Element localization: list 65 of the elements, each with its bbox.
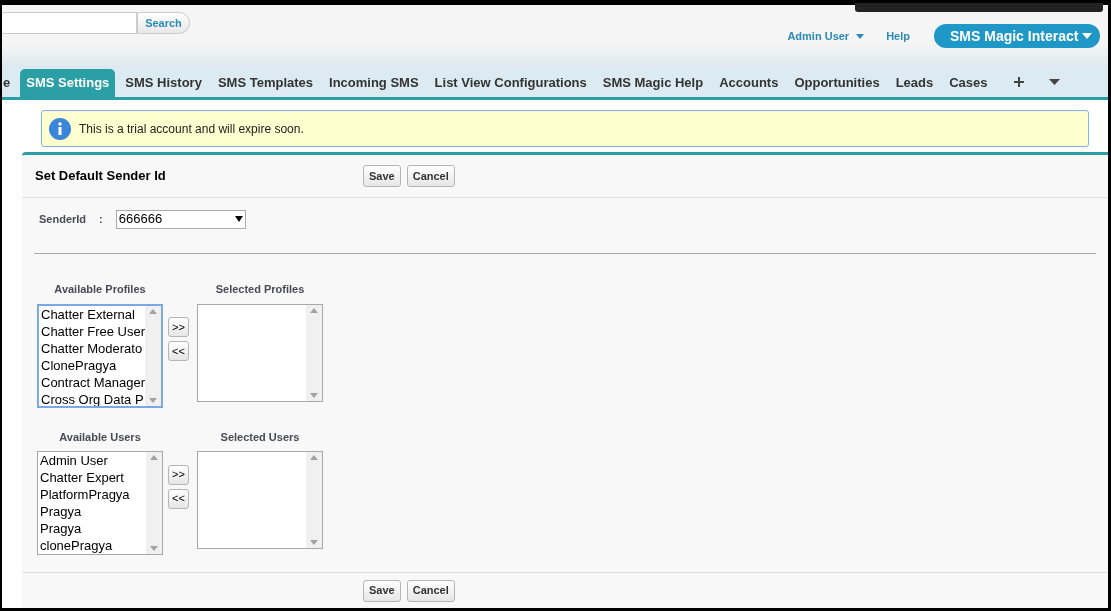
list-option[interactable]: Chatter External — [41, 305, 145, 323]
add-button[interactable]: >> — [168, 464, 189, 485]
list-box[interactable]: Admin User Chatter Expert PlatformPragya Pragya Pragya clonePragya — [37, 451, 163, 555]
nav-tab[interactable]: e — [3, 69, 17, 97]
info-icon — [49, 117, 71, 140]
nav-tab[interactable]: SMS Magic Help — [596, 69, 710, 97]
remove-button[interactable]: << — [168, 488, 189, 509]
scrollbar[interactable] — [306, 452, 322, 548]
list-label: Available Profiles — [54, 282, 146, 297]
caret-icon — [1082, 33, 1092, 39]
nav-tab[interactable]: List View Configurations — [428, 69, 593, 97]
scroll-up-icon[interactable] — [310, 455, 318, 460]
scroll-down-icon[interactable] — [310, 540, 318, 545]
list-option[interactable]: PlatformPragya — [40, 486, 146, 503]
scroll-up-icon[interactable] — [310, 307, 318, 313]
form-button[interactable]: Save — [363, 579, 401, 602]
list-label: Available Users — [59, 429, 141, 445]
scrollbar[interactable] — [306, 304, 322, 401]
add-button[interactable]: >> — [168, 317, 189, 337]
list-box[interactable] — [197, 451, 323, 549]
list-label: Selected Profiles — [215, 282, 305, 297]
scroll-down-icon[interactable] — [310, 392, 318, 398]
plus-icon[interactable] — [1013, 77, 1024, 87]
sender-select[interactable]: 666666 — [115, 209, 246, 229]
caret-icon — [234, 216, 243, 222]
nav-tab[interactable]: Incoming SMS — [323, 69, 425, 97]
list-option[interactable]: Chatter Free User — [41, 322, 145, 340]
list-box[interactable]: Chatter External Chatter Free User Chatter Moderato ClonePragya Contract Manager Cross Org Data P — [37, 303, 163, 408]
nav-tab[interactable]: Cases — [943, 69, 994, 97]
scrollbar[interactable] — [146, 452, 162, 554]
nav-tab[interactable]: SMS Templates — [211, 69, 319, 97]
message-text: This is a trial account and will expire soon. — [79, 120, 304, 138]
caret-icon — [856, 33, 865, 39]
list-option[interactable]: Chatter Moderato — [41, 339, 145, 357]
list-option[interactable]: Pragya — [40, 503, 146, 520]
form-button[interactable]: Cancel — [406, 579, 455, 602]
scrollbar[interactable] — [145, 305, 161, 406]
search-button[interactable]: Search — [137, 12, 190, 34]
list-option[interactable]: clonePragya — [40, 537, 146, 554]
list-option[interactable]: Chatter Expert — [40, 469, 146, 486]
help-link[interactable]: Help — [886, 27, 910, 45]
list-option[interactable]: Contract Manager — [41, 373, 145, 391]
list-option[interactable]: Cross Org Data P — [41, 390, 145, 406]
user-menu[interactable]: Admin User — [787, 27, 865, 45]
list-option[interactable]: Admin User — [40, 452, 146, 469]
list-label: Selected Users — [220, 429, 300, 445]
scroll-down-icon[interactable] — [150, 546, 158, 551]
scroll-down-icon[interactable] — [149, 397, 157, 403]
caret-icon[interactable] — [1048, 79, 1060, 85]
list-box[interactable] — [197, 303, 323, 402]
field-separator: : — [99, 211, 103, 227]
remove-button[interactable]: << — [168, 341, 189, 361]
search-field[interactable] — [2, 12, 137, 34]
list-option[interactable]: ClonePragya — [41, 356, 145, 374]
nav-tab[interactable]: Accounts — [713, 69, 785, 97]
scroll-up-icon[interactable] — [149, 308, 157, 314]
form-button[interactable]: Save — [363, 165, 401, 187]
panel-title: Set Default Sender Id — [35, 167, 167, 186]
list-option[interactable]: Pragya — [40, 520, 146, 537]
form-button[interactable]: Cancel — [406, 165, 455, 187]
nav-tab[interactable]: Leads — [889, 69, 940, 97]
nav-tab[interactable]: SMS History — [119, 69, 208, 97]
field-label: SenderId — [39, 211, 87, 227]
nav-tab[interactable]: Opportunities — [788, 69, 886, 97]
scroll-up-icon[interactable] — [150, 455, 158, 460]
